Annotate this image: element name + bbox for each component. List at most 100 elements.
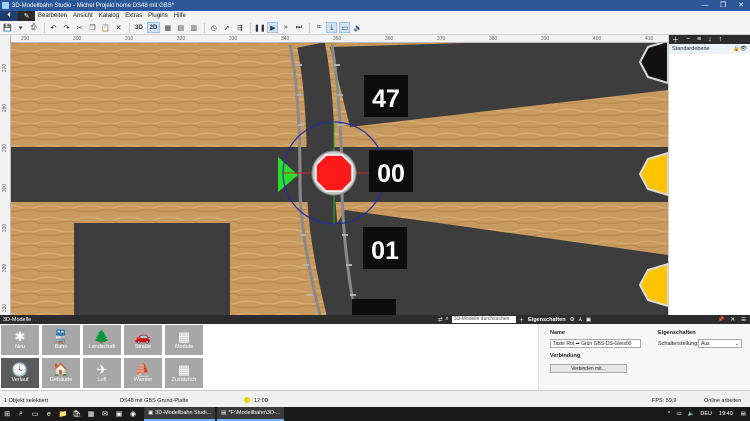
add-layer-icon[interactable]: ＋ xyxy=(672,35,679,45)
layers-icon[interactable]: ▥ xyxy=(188,22,199,33)
ruler-top-label: 330 xyxy=(229,36,238,42)
search-taskbar-icon[interactable]: ⌕ xyxy=(14,407,28,421)
move-down-icon[interactable]: ↓ xyxy=(708,36,712,43)
fast-forward-icon[interactable]: » xyxy=(280,22,291,33)
menu-item-bearbeiten[interactable]: Bearbeiten xyxy=(35,13,70,19)
category-neu-button[interactable]: ✱ Neu xyxy=(0,324,40,356)
track-label-01[interactable]: 01 xyxy=(371,237,399,265)
tray-chevron-icon[interactable]: ^ xyxy=(665,411,674,417)
cut-icon[interactable]: ✂ xyxy=(74,22,85,33)
settings-icon[interactable]: ⚙ xyxy=(570,317,575,323)
undo-icon[interactable]: ↶ xyxy=(48,22,59,33)
table-icon[interactable]: ▤ xyxy=(175,22,186,33)
ruler-left-label: 310 xyxy=(2,223,9,233)
chevron-down-icon: ⌄ xyxy=(734,341,739,347)
bottom-panel-header: 3D-Modelle ⇄ ⌕ 3D-Modelle durchsuchen ＋ … xyxy=(0,315,750,324)
category-landschaft-button[interactable]: 🌲 Landschaft xyxy=(82,324,122,356)
grid-icon[interactable]: ▦ xyxy=(162,22,173,33)
search-icon[interactable]: ⌕ xyxy=(446,316,449,323)
category-wasser-button[interactable]: ⛵ Wasser xyxy=(123,357,163,389)
taskbar-task-explorer[interactable]: ▤ *F:\Modellbahn\3D-... xyxy=(217,407,285,421)
download-icon[interactable]: ⤓ xyxy=(326,22,338,33)
remove-layer-icon[interactable]: − xyxy=(686,36,690,43)
view-2d-button[interactable]: 2D xyxy=(146,22,161,33)
language-indicator[interactable]: DEU xyxy=(697,411,715,417)
list-icon[interactable]: ☰ xyxy=(741,317,746,323)
filter-icon[interactable]: ⇄ xyxy=(438,317,443,323)
calculator-icon[interactable]: ▦ xyxy=(84,407,98,421)
menu-item-hilfe[interactable]: Hilfe xyxy=(171,13,189,19)
file-menu-button[interactable]: ⏴ xyxy=(0,11,18,21)
hierarchy-icon[interactable]: ⅄ xyxy=(579,317,582,323)
script-icon[interactable]: ▣ xyxy=(586,317,591,323)
mail-icon[interactable]: ✉ xyxy=(98,407,112,421)
taskbar-task-studio[interactable]: ▣ 3D-Modellbahn Studi... xyxy=(144,407,216,421)
pause-icon[interactable]: ❚❚ xyxy=(254,22,266,33)
models-search-input[interactable]: 3D-Modelle durchsuchen xyxy=(451,316,516,323)
category-zusaetzlich-button[interactable]: ▦ Zusätzlich xyxy=(164,357,204,389)
print-icon[interactable]: ⎙ xyxy=(28,22,39,33)
view-3d-button[interactable]: 3D xyxy=(133,22,145,33)
pin-icon[interactable]: 📌 xyxy=(718,317,725,323)
category-module-button[interactable]: ▦ Module xyxy=(164,324,204,356)
category-bahn-button[interactable]: 🚆 Bahn xyxy=(41,324,81,356)
app-icon-2[interactable]: ◉ xyxy=(126,407,140,421)
switch-position-select[interactable]: Aus ⌄ xyxy=(698,339,742,348)
play-icon[interactable]: ▶ xyxy=(267,22,279,33)
close-panel-icon[interactable]: ✕ xyxy=(730,317,735,323)
notification-icon[interactable]: ▤ xyxy=(737,411,750,417)
close-button[interactable]: ✕ xyxy=(732,0,750,11)
dropdown-icon[interactable]: ▾ xyxy=(15,22,26,33)
panel-icon[interactable]: ▭ xyxy=(339,22,351,33)
layer-row[interactable]: Standardebene 🔒 👁 xyxy=(669,44,750,54)
category-strasse-button[interactable]: 🚗 Straße xyxy=(123,324,163,356)
store-icon[interactable]: 🛍 xyxy=(70,407,84,421)
copy-icon[interactable]: ❐ xyxy=(87,22,98,33)
category-gebaeude-button[interactable]: 🏠 Gebäude xyxy=(41,357,81,389)
category-luft-button[interactable]: ✈ Luft xyxy=(82,357,122,389)
track-label-47[interactable]: 47 xyxy=(372,85,400,113)
connect-button[interactable]: Verbinden mit... xyxy=(550,364,627,373)
add-icon[interactable]: ＋ xyxy=(519,316,525,324)
delete-icon[interactable]: ✕ xyxy=(113,22,124,33)
faster-forward-icon[interactable]: ⏭ xyxy=(293,22,304,33)
explorer-icon[interactable]: 📁 xyxy=(56,407,70,421)
redo-icon[interactable]: ↷ xyxy=(61,22,72,33)
menu-icon[interactable]: ≡ xyxy=(697,36,701,43)
layout-scene[interactable]: 47 00 01 xyxy=(0,35,668,315)
online-status[interactable]: Online arbeiten xyxy=(704,398,741,404)
menu-item-plugins[interactable]: Plugins xyxy=(145,13,171,19)
maximize-button[interactable]: ❐ xyxy=(714,0,732,11)
edge-icon[interactable]: e xyxy=(42,407,56,421)
category-verlauf-button[interactable]: 🕓 Verlauf xyxy=(0,357,40,389)
network-icon[interactable]: ▭ xyxy=(673,411,684,417)
red-signal-button-icon[interactable] xyxy=(315,154,353,192)
windows-start-icon[interactable]: ⊞ xyxy=(0,407,14,421)
track-icon[interactable]: ⇶ xyxy=(234,22,245,33)
clock[interactable]: 19:40 xyxy=(715,411,737,417)
clock-icon[interactable]: ◷ xyxy=(208,22,219,33)
track-label-00[interactable]: 00 xyxy=(377,160,405,188)
eye-icon[interactable]: 👁 xyxy=(740,46,747,52)
menu-item-katalog[interactable]: Katalog xyxy=(96,13,122,19)
camera-icon[interactable]: ⌗ xyxy=(313,22,324,33)
edit-mode-button[interactable]: ✎ xyxy=(18,11,35,21)
switch-position-label: Schalterstellung: xyxy=(658,341,699,347)
viewport-2d[interactable]: 47 00 01 xyxy=(0,35,668,315)
task-view-icon[interactable]: ▭ xyxy=(28,407,42,421)
menu-item-ansicht[interactable]: Ansicht xyxy=(70,13,96,19)
ruler-left-label: 290 xyxy=(2,143,9,153)
title-bar: 3D-Modellbahn Studio - Michel Projekt ho… xyxy=(0,0,750,11)
speed-icon[interactable]: ➚ xyxy=(221,22,232,33)
paste-icon[interactable]: 📋 xyxy=(100,22,111,33)
ruler-left-label: 300 xyxy=(2,183,9,193)
lock-icon[interactable]: 🔒 xyxy=(733,46,740,52)
minimize-button[interactable]: — xyxy=(696,0,714,11)
photo-icon[interactable]: ▣ xyxy=(112,407,126,421)
name-field[interactable]: Taste Rot ➡ Grün GBS-DS-Gleis00 xyxy=(550,339,641,348)
menu-item-extras[interactable]: Extras xyxy=(122,13,145,19)
move-up-icon[interactable]: ↑ xyxy=(719,36,723,43)
save-icon[interactable]: 💾 xyxy=(2,22,13,33)
sound-icon[interactable]: 🔈 xyxy=(352,22,363,33)
volume-icon[interactable]: 🔈 xyxy=(685,411,698,417)
